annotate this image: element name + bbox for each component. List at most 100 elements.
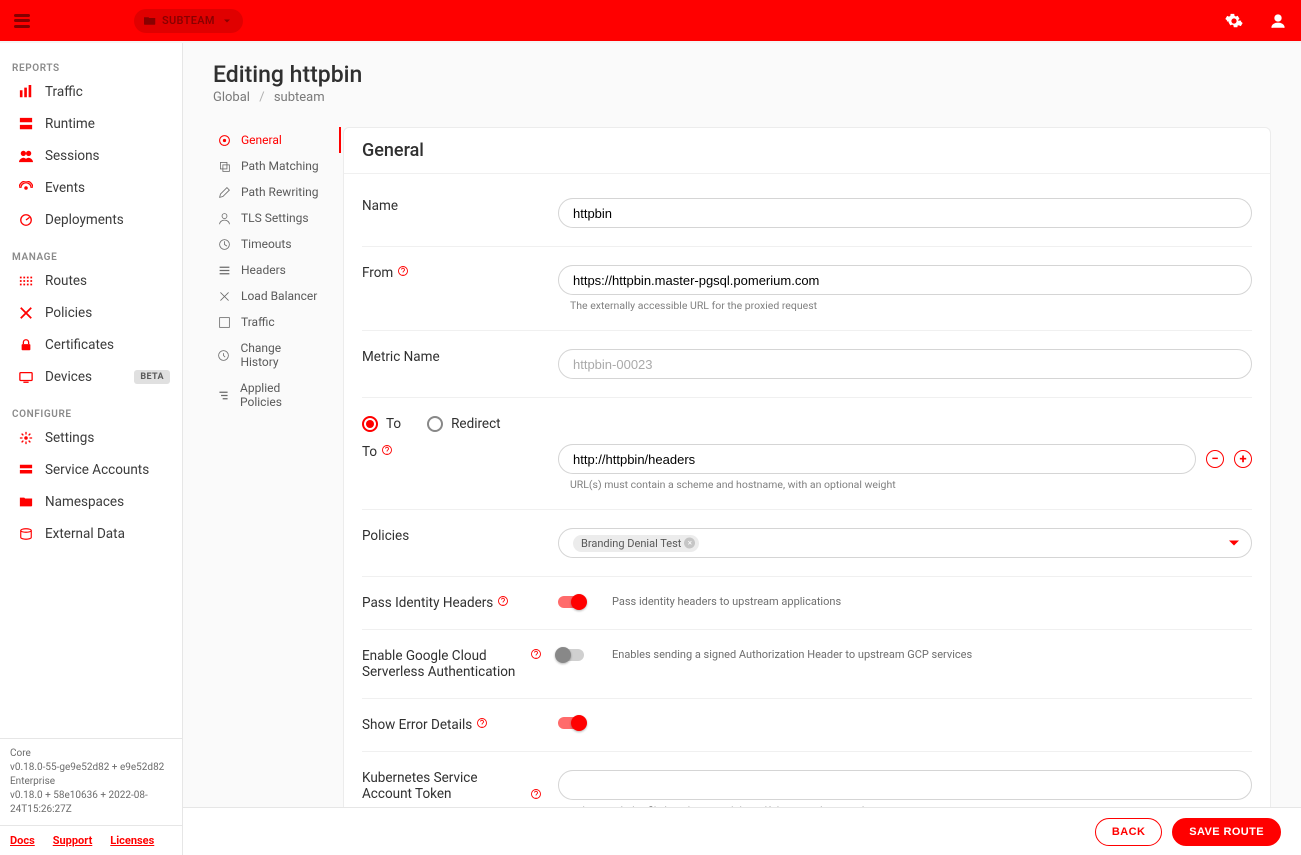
sidebar-section-configure: CONFIGURE — [0, 403, 182, 422]
help-icon[interactable] — [497, 595, 509, 607]
breadcrumb: Global / subteam — [213, 90, 1271, 105]
panel-title: General — [344, 128, 1270, 174]
core-label: Core — [10, 747, 172, 761]
breadcrumb-subteam[interactable]: subteam — [274, 90, 325, 105]
traffic-icon — [218, 316, 231, 329]
sidebar-item-routes[interactable]: Routes — [0, 265, 182, 297]
traffic-icon — [19, 85, 33, 99]
sidebar-item-settings[interactable]: Settings — [0, 422, 182, 454]
namespace-selector[interactable]: SUBTEAM — [134, 9, 243, 33]
pass-identity-label: Pass Identity Headers — [362, 595, 542, 611]
lock-icon — [19, 338, 33, 352]
setnav-traffic[interactable]: Traffic — [213, 309, 323, 335]
setnav-tls-settings[interactable]: TLS Settings — [213, 205, 323, 231]
settings-gear-button[interactable] — [1225, 12, 1243, 30]
docs-link[interactable]: Docs — [10, 834, 35, 847]
remove-to-button[interactable]: − — [1206, 450, 1224, 468]
setnav-path-matching[interactable]: Path Matching — [213, 153, 323, 179]
general-icon — [218, 134, 231, 147]
setnav-headers[interactable]: Headers — [213, 257, 323, 283]
folder-icon — [19, 495, 33, 509]
to-hint: URL(s) must contain a scheme and hostnam… — [570, 478, 1252, 491]
enterprise-label: Enterprise — [10, 775, 172, 789]
setnav-timeouts[interactable]: Timeouts — [213, 231, 323, 257]
show-error-toggle[interactable] — [558, 717, 584, 729]
name-label: Name — [362, 198, 542, 228]
sidebar-section-manage: MANAGE — [0, 246, 182, 265]
setnav-applied-policies[interactable]: Applied Policies — [213, 375, 323, 415]
save-route-button[interactable]: SAVE ROUTE — [1172, 818, 1281, 846]
metric-name-label: Metric Name — [362, 349, 542, 379]
pass-identity-toggle[interactable] — [558, 596, 584, 608]
from-input[interactable] — [558, 265, 1252, 295]
setnav-general[interactable]: General — [213, 127, 323, 153]
sidebar-item-policies[interactable]: Policies — [0, 297, 182, 329]
page-title: Editing httpbin — [213, 61, 1271, 88]
chevron-down-icon — [1229, 541, 1239, 546]
headers-icon — [218, 264, 231, 277]
radio-redirect[interactable]: Redirect — [427, 416, 500, 432]
help-icon[interactable] — [530, 648, 542, 660]
chevron-down-icon — [221, 15, 233, 27]
user-account-button[interactable] — [1269, 12, 1287, 30]
metric-name-input[interactable] — [558, 349, 1252, 379]
sidebar-item-runtime[interactable]: Runtime — [0, 108, 182, 140]
external-data-icon — [19, 527, 33, 541]
breadcrumb-global[interactable]: Global — [213, 90, 250, 105]
sidebar-item-external-data[interactable]: External Data — [0, 518, 182, 550]
gcloud-label: Enable Google Cloud Serverless Authentic… — [362, 648, 542, 680]
clock-icon — [218, 238, 231, 251]
ksa-label: Kubernetes Service Account Token — [362, 770, 542, 807]
deployments-icon — [19, 213, 33, 227]
help-icon[interactable] — [530, 788, 542, 800]
sidebar-item-certificates[interactable]: Certificates — [0, 329, 182, 361]
main-scroll[interactable]: Editing httpbin Global / subteam General… — [183, 43, 1301, 807]
main-content: Editing httpbin Global / subteam General… — [183, 43, 1301, 855]
setnav-load-balancer[interactable]: Load Balancer — [213, 283, 323, 309]
top-bar: SUBTEAM — [0, 0, 1301, 41]
sidebar-item-sessions[interactable]: Sessions — [0, 140, 182, 172]
policies-select[interactable]: Branding Denial Test× — [558, 528, 1252, 558]
sidebar-item-namespaces[interactable]: Namespaces — [0, 486, 182, 518]
policies-label: Policies — [362, 528, 542, 558]
add-to-button[interactable]: + — [1234, 450, 1252, 468]
to-label: To — [362, 444, 542, 491]
accounts-icon — [19, 463, 33, 477]
setnav-change-history[interactable]: Change History — [213, 335, 323, 375]
support-link[interactable]: Support — [53, 834, 93, 847]
history-icon — [217, 349, 230, 362]
sidebar-item-traffic[interactable]: Traffic — [0, 76, 182, 108]
back-button[interactable]: BACK — [1095, 818, 1162, 846]
sidebar-item-events[interactable]: Events — [0, 172, 182, 204]
setnav-path-rewriting[interactable]: Path Rewriting — [213, 179, 323, 205]
help-icon[interactable] — [397, 265, 409, 277]
help-icon[interactable] — [381, 444, 393, 456]
sidebar-version-info: Core v0.18.0-55-ge9e52d82 + e9e52d82 Ent… — [0, 738, 182, 825]
sidebar-section-reports: REPORTS — [0, 57, 182, 76]
balance-icon — [218, 290, 231, 303]
action-bar: BACK SAVE ROUTE — [183, 807, 1301, 855]
routes-icon — [19, 274, 33, 288]
gcloud-desc: Enables sending a signed Authorization H… — [612, 648, 972, 661]
sidebar-item-deployments[interactable]: Deployments — [0, 204, 182, 236]
ksa-input[interactable] — [558, 770, 1252, 800]
to-input[interactable] — [558, 444, 1196, 474]
namespace-label: SUBTEAM — [162, 14, 215, 27]
policy-chip: Branding Denial Test× — [573, 535, 699, 552]
gcloud-toggle[interactable] — [558, 649, 584, 661]
remove-chip-button[interactable]: × — [684, 538, 695, 549]
from-label: From — [362, 265, 542, 312]
name-input[interactable] — [558, 198, 1252, 228]
pass-identity-desc: Pass identity headers to upstream applic… — [612, 595, 841, 608]
events-icon — [19, 181, 33, 195]
policies-icon — [19, 306, 33, 320]
licenses-link[interactable]: Licenses — [110, 834, 154, 847]
hamburger-logo-icon — [14, 14, 30, 28]
sidebar-item-service-accounts[interactable]: Service Accounts — [0, 454, 182, 486]
help-icon[interactable] — [476, 717, 488, 729]
sidebar-item-devices[interactable]: DevicesBETA — [0, 361, 182, 393]
beta-badge: BETA — [134, 370, 170, 384]
core-version: v0.18.0-55-ge9e52d82 + e9e52d82 — [10, 761, 172, 775]
radio-to[interactable]: To — [362, 416, 401, 432]
enterprise-version: v0.18.0 + 58e10636 + 2022-08-24T15:26:27… — [10, 789, 172, 817]
